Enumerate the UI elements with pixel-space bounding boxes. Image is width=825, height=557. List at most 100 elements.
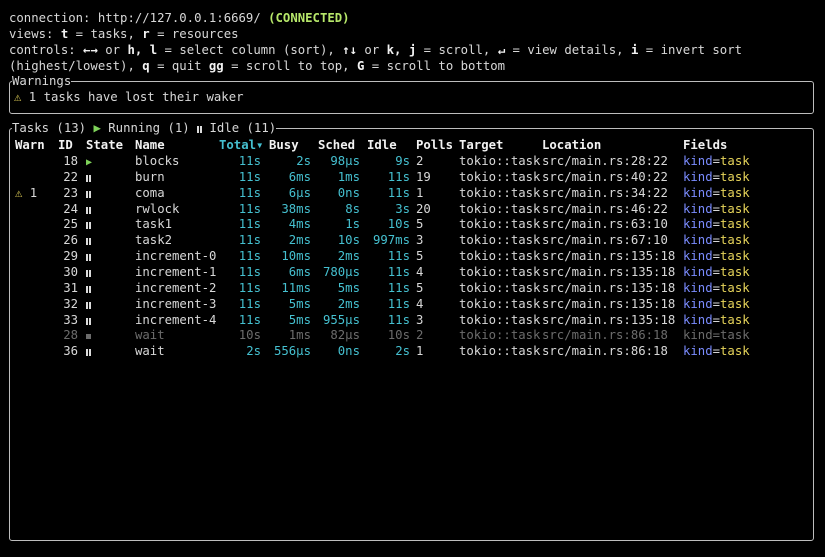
- running-icon: ▶: [93, 121, 101, 135]
- task-idle: 997ms: [372, 233, 410, 248]
- task-row[interactable]: 18 ▶ blocks 11s 2s 98µs 9s 2 tokio::task src/main…: [10, 153, 810, 169]
- task-busy: 10ms: [281, 249, 311, 264]
- task-total: 11s: [238, 296, 261, 311]
- help-text: controls:: [9, 43, 84, 57]
- task-total: 11s: [238, 264, 261, 279]
- col-state[interactable]: State: [86, 137, 123, 153]
- hotkey: k, j: [386, 43, 417, 57]
- help-text: = tasks,: [68, 27, 143, 41]
- task-total: 11s: [238, 217, 261, 232]
- task-idle: 9s: [395, 154, 410, 168]
- task-row[interactable]: 30 increment-1 11s 6ms 780µs 11s 4 tokio::task s…: [10, 264, 810, 280]
- field-value: task: [720, 217, 750, 232]
- task-polls: 1: [416, 185, 424, 200]
- task-sched: 1ms: [337, 169, 360, 184]
- col-fields[interactable]: Fields: [683, 137, 727, 153]
- task-location: src/main.rs:40:22: [542, 169, 668, 184]
- help-text: = view details,: [505, 43, 631, 57]
- help-text: = invert sort: [638, 43, 743, 57]
- task-target: tokio::task: [459, 233, 541, 248]
- task-row[interactable]: 25 task1 11s 4ms 1s 10s 5 tokio::task src/main.r…: [10, 216, 810, 232]
- help-text: = scroll to bottom: [364, 59, 506, 73]
- task-busy: 5ms: [288, 312, 311, 327]
- task-polls: 3: [416, 312, 424, 327]
- idle-icon: [86, 238, 91, 246]
- task-target: tokio::task: [459, 328, 541, 343]
- task-polls: 4: [416, 264, 424, 279]
- field-value: task: [720, 328, 750, 343]
- task-id: 18: [63, 154, 78, 168]
- task-polls: 4: [416, 296, 424, 311]
- idle-icon: [86, 349, 91, 357]
- task-row[interactable]: ⚠ 1 23 coma 11s 6µs 0ns 11s 1 tokio::task src/mai…: [10, 185, 810, 201]
- col-location[interactable]: Location: [542, 137, 601, 153]
- help-text: or: [357, 43, 387, 57]
- field-key: kind: [683, 233, 713, 248]
- field-key: kind: [683, 328, 713, 343]
- task-polls: 5: [416, 217, 424, 232]
- idle-icon: [197, 126, 203, 133]
- help-text: = scroll,: [416, 43, 498, 57]
- col-busy[interactable]: Busy: [269, 137, 299, 153]
- col-total[interactable]: Total▾: [219, 137, 263, 153]
- task-target: tokio::task: [459, 344, 541, 359]
- task-polls: 5: [416, 280, 424, 295]
- task-name: task1: [135, 217, 173, 232]
- running-count: Running (1): [108, 121, 190, 135]
- field-sep: =: [712, 328, 721, 343]
- task-target: tokio::task: [459, 217, 541, 232]
- task-total: 11s: [238, 185, 261, 200]
- task-total: 11s: [238, 169, 261, 184]
- task-row[interactable]: 22 burn 11s 6ms 1ms 11s 19 tokio::task src/main.…: [10, 169, 810, 185]
- task-idle: 11s: [387, 249, 410, 264]
- connection-url: http://127.0.0.1:6669/: [97, 11, 261, 25]
- task-target: tokio::task: [459, 296, 541, 311]
- idle-icon: [86, 222, 91, 230]
- views-help-line: views: t = tasks, r = resources: [9, 26, 239, 42]
- help-text: = quit: [149, 59, 209, 73]
- task-name: increment-4: [135, 312, 217, 327]
- task-polls: 19: [416, 169, 431, 184]
- col-name[interactable]: Name: [135, 137, 165, 153]
- hotkey: q: [142, 59, 150, 73]
- task-busy: 2ms: [288, 233, 311, 248]
- task-busy: 6ms: [288, 264, 311, 279]
- task-state: [86, 201, 106, 217]
- task-row[interactable]: 26 task2 11s 2ms 10s 997ms 3 tokio::task src/mai…: [10, 232, 810, 248]
- task-busy: 1ms: [288, 328, 311, 343]
- idle-count: Idle (11): [209, 121, 277, 135]
- help-text: = select column (sort),: [157, 43, 343, 57]
- col-id[interactable]: ID: [58, 137, 73, 153]
- col-target[interactable]: Target: [459, 137, 503, 153]
- task-target: tokio::task: [459, 169, 541, 184]
- task-fields: kind=task: [683, 264, 750, 280]
- task-idle: 11s: [387, 312, 410, 327]
- task-row[interactable]: 33 increment-4 11s 5ms 955µs 11s 3 tokio::task s…: [10, 312, 810, 328]
- task-row[interactable]: 31 increment-2 11s 11ms 5ms 11s 5 tokio::task sr…: [10, 280, 810, 296]
- field-sep: =: [712, 217, 721, 232]
- field-value: task: [720, 169, 750, 184]
- col-total-label: Total: [219, 138, 257, 152]
- task-total: 11s: [238, 312, 261, 327]
- field-key: kind: [683, 201, 713, 216]
- task-location: src/main.rs:135:18: [542, 312, 676, 327]
- task-target: tokio::task: [459, 154, 541, 168]
- col-polls[interactable]: Polls: [416, 137, 453, 153]
- task-id: 25: [63, 217, 78, 232]
- col-warn[interactable]: Warn: [15, 137, 45, 153]
- task-row[interactable]: 29 increment-0 11s 10ms 2ms 11s 5 tokio::task sr…: [10, 248, 810, 264]
- task-state: [86, 169, 106, 185]
- idle-icon: [86, 317, 91, 325]
- task-row[interactable]: 36 wait 2s 556µs 0ns 2s 1 tokio::task src/main.r…: [10, 343, 810, 359]
- task-row[interactable]: 28 wait 10s 1ms 82µs 10s 2 tokio::task src/main.…: [10, 327, 810, 343]
- help-text: = scroll to top,: [223, 59, 357, 73]
- task-row[interactable]: 24 rwlock 11s 38ms 8s 3s 20 tokio::task src/main…: [10, 201, 810, 217]
- task-fields: kind=task: [683, 343, 750, 359]
- idle-icon: [86, 285, 91, 293]
- task-fields: kind=task: [683, 232, 750, 248]
- task-id: 31: [63, 280, 78, 295]
- col-sched[interactable]: Sched: [318, 137, 355, 153]
- col-idle[interactable]: Idle: [367, 137, 397, 153]
- task-row[interactable]: 32 increment-3 11s 5ms 2ms 11s 4 tokio::task src…: [10, 296, 810, 312]
- idle-icon: [86, 190, 91, 198]
